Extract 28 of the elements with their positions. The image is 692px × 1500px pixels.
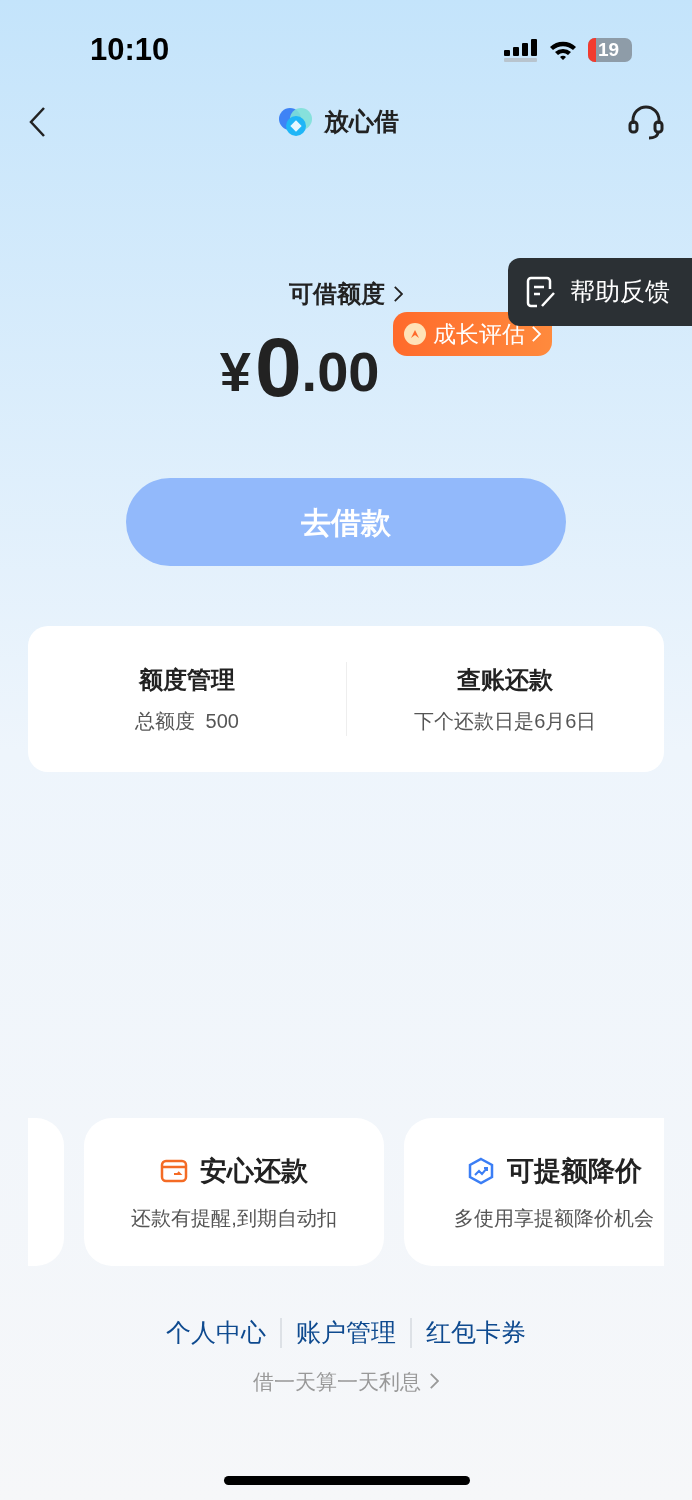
summary-subtitle: 总额度 500 xyxy=(134,709,239,734)
footer-link[interactable]: 个人中心 xyxy=(166,1314,266,1352)
wallet-icon xyxy=(160,1157,188,1185)
trend-icon xyxy=(466,1157,495,1185)
footer-link[interactable]: 红包卡券 xyxy=(426,1314,526,1352)
feature-subtitle: 还款有提醒,到期自动扣 xyxy=(131,1206,337,1232)
feature-subtitle: 多使用享提额降价机会 xyxy=(454,1206,654,1232)
arrow-up-icon xyxy=(403,322,428,346)
feature-card[interactable]: 安心还款 还款有提醒,到期自动扣 xyxy=(84,1118,384,1266)
status-time: 10:10 xyxy=(90,30,170,69)
signal-icon xyxy=(504,38,538,62)
feature-title: 可提额降价 xyxy=(506,1154,642,1188)
app-title: 放心借 xyxy=(323,106,399,138)
summary-title[interactable]: 额度管理 xyxy=(138,662,235,698)
feature-card[interactable]: 可提额降价 多使用享提额降价机会 xyxy=(404,1118,664,1266)
available-credit-link[interactable]: 可借额度 xyxy=(288,276,404,312)
note-icon xyxy=(524,275,558,309)
credit-amount: ¥0.00 xyxy=(219,322,380,412)
summary-subtitle: 下个还款日是6月6日 xyxy=(414,709,597,734)
battery-icon: 19 xyxy=(588,38,632,62)
feature-title: 安心还款 xyxy=(200,1154,308,1188)
summary-title[interactable]: 查账还款 xyxy=(457,662,554,698)
chevron-right-icon xyxy=(392,285,404,303)
wifi-icon xyxy=(548,39,578,61)
footer-link[interactable]: 账户管理 xyxy=(296,1314,396,1352)
chevron-right-icon xyxy=(531,325,543,343)
logo-icon xyxy=(277,107,314,137)
chevron-right-icon xyxy=(428,1372,440,1391)
